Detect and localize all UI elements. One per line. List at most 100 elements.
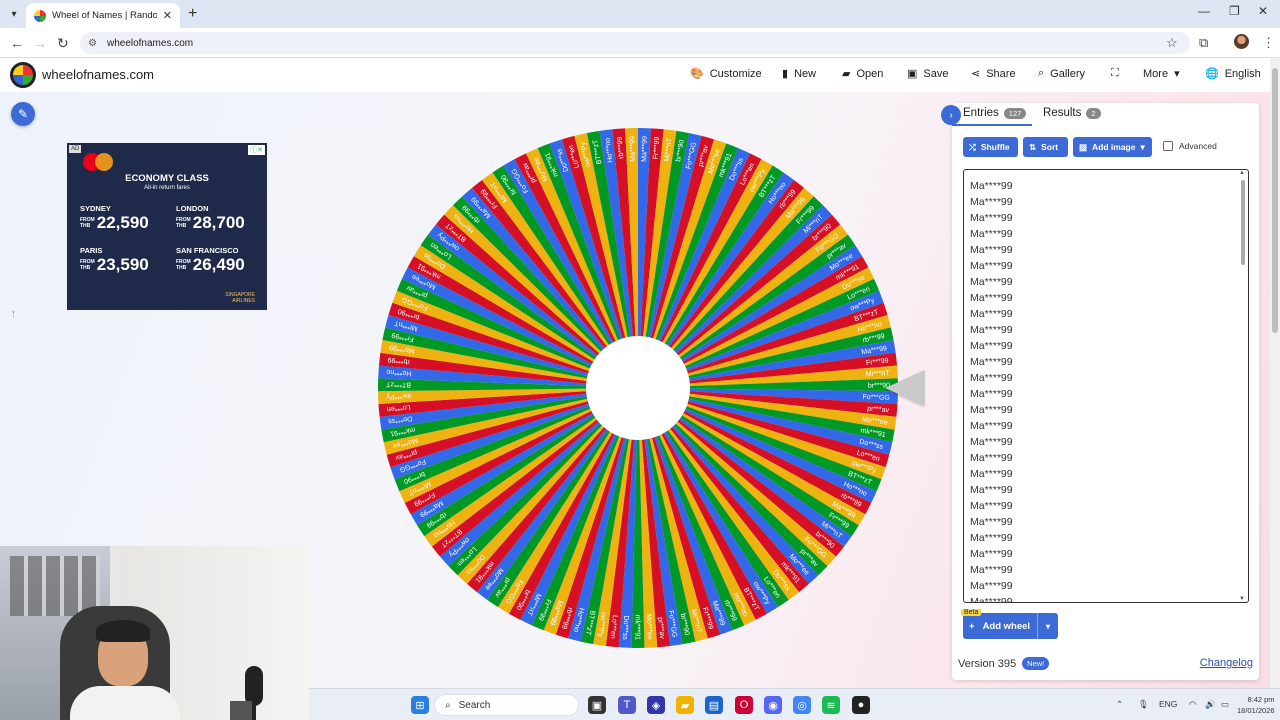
fullscreen-button[interactable]: ⛶ bbox=[1111, 67, 1119, 80]
bookmark-star-icon[interactable]: ☆ bbox=[1166, 35, 1178, 51]
scroll-up-icon[interactable]: ▲ bbox=[1239, 170, 1245, 176]
minimize-icon[interactable]: — bbox=[1198, 4, 1210, 18]
edit-pencil-icon[interactable]: ✎ bbox=[11, 102, 35, 126]
store-icon[interactable]: ▤ bbox=[705, 696, 723, 714]
entries-scrollbar-thumb[interactable] bbox=[1241, 180, 1245, 265]
language-button[interactable]: 🌐 English bbox=[1205, 67, 1261, 81]
close-window-icon[interactable]: ✕ bbox=[1258, 4, 1268, 18]
taskbar-search[interactable]: ⌕ Search bbox=[434, 694, 579, 716]
chrome-icon[interactable]: ◎ bbox=[793, 696, 811, 714]
page-scrollbar-thumb[interactable] bbox=[1272, 68, 1278, 333]
more-button[interactable]: More ▾ bbox=[1143, 67, 1180, 81]
checkbox-icon[interactable] bbox=[1163, 141, 1173, 151]
spin-wheel[interactable]: Ma***99 Fr***99 Mi***nT br***90 Fo***GG pr***… bbox=[376, 126, 900, 650]
beta-badge: Beta bbox=[961, 609, 982, 616]
wheel-graphic[interactable]: Ma***99 Fr***99 Mi***nT br***90 Fo***GG pr***… bbox=[376, 126, 900, 650]
collapse-panel-icon[interactable]: › bbox=[941, 105, 961, 125]
share-button[interactable]: ⋖ Share bbox=[971, 67, 1016, 81]
task-view-icon[interactable]: ▣ bbox=[588, 696, 606, 714]
add-wheel-button[interactable]: + Add wheel ▾ bbox=[963, 613, 1058, 639]
fare-currency: THB bbox=[176, 265, 187, 271]
opera-icon[interactable]: O bbox=[735, 696, 753, 714]
ad-headline: ECONOMY CLASS bbox=[125, 173, 209, 184]
fare-currency: THB bbox=[80, 223, 91, 229]
add-image-label: Add image bbox=[1092, 142, 1136, 152]
customize-button[interactable]: 🎨 Customize bbox=[690, 67, 762, 81]
tray-expand-icon[interactable]: ⌃ bbox=[1116, 699, 1123, 710]
page-scrollbar[interactable] bbox=[1270, 58, 1280, 688]
fare-price: 23,590 bbox=[96, 255, 149, 274]
url-input[interactable]: ⚙ wheelofnames.com bbox=[80, 32, 1190, 54]
browser-tab[interactable]: Wheel of Names | Random nam ✕ bbox=[26, 3, 180, 28]
entry-item: Ma****99 bbox=[970, 452, 1013, 464]
site-name[interactable]: wheelofnames.com bbox=[42, 67, 154, 82]
fare-price: 22,590 bbox=[96, 213, 149, 232]
discord-icon[interactable]: ◉ bbox=[764, 696, 782, 714]
new-button[interactable]: ▮ New bbox=[782, 67, 817, 81]
add-image-button[interactable]: ▨ Add image ▾ bbox=[1073, 137, 1152, 157]
site-info-icon[interactable]: ⚙ bbox=[88, 38, 97, 49]
restore-icon[interactable]: ❐ bbox=[1229, 4, 1240, 18]
microphone-icon bbox=[245, 666, 263, 720]
address-bar-row: ← → ↻ ⚙ wheelofnames.com ☆ ⧉ ⋮ bbox=[0, 28, 1280, 58]
globe-icon: 🌐 bbox=[1205, 68, 1219, 80]
browser-menu-icon[interactable]: ⋮ bbox=[1262, 35, 1275, 51]
start-icon[interactable]: ⊞ bbox=[411, 696, 429, 714]
wheel-segment-label: Mo***ee bbox=[645, 614, 653, 640]
copilot-icon[interactable]: ◈ bbox=[647, 696, 665, 714]
windows-taskbar: ⊞ ⌕ Search ▣ T ◈ ▰ ▤ O ◉ ◎ ≋ ● ⌃ 🎙 ENG ◠… bbox=[309, 688, 1280, 720]
tab-search-icon[interactable]: ▾ bbox=[6, 6, 22, 22]
tab-entries[interactable]: Entries 127 bbox=[963, 107, 1027, 119]
plus-icon: + bbox=[969, 620, 975, 632]
obs-icon[interactable]: ● bbox=[852, 696, 870, 714]
system-clock[interactable]: 8:42 pm 18/01/2026 bbox=[1237, 694, 1275, 716]
ad-choices-icon[interactable]: ⓘ✕ bbox=[248, 145, 265, 155]
share-icon: ⋖ bbox=[971, 68, 981, 80]
fare-city: PARIS bbox=[80, 246, 103, 255]
profile-avatar[interactable] bbox=[1234, 34, 1249, 49]
logo-icon[interactable] bbox=[10, 62, 36, 88]
teams-icon[interactable]: T bbox=[618, 696, 636, 714]
shuffle-button[interactable]: ⤮ Shuffle bbox=[963, 137, 1018, 157]
extensions-icon[interactable]: ⧉ bbox=[1199, 35, 1208, 51]
url-text: wheelofnames.com bbox=[106, 37, 194, 49]
entries-scrollbar[interactable]: ▲ ▼ bbox=[1239, 170, 1247, 602]
cup-icon bbox=[230, 701, 252, 720]
customize-label: Customize bbox=[709, 67, 762, 80]
shuffle-icon: ⤮ bbox=[969, 141, 976, 152]
tab-results[interactable]: Results 2 bbox=[1043, 107, 1101, 119]
language-indicator[interactable]: ENG bbox=[1159, 699, 1177, 709]
fare-city: LONDON bbox=[176, 204, 209, 213]
reload-icon[interactable]: ↻ bbox=[57, 35, 69, 52]
back-icon[interactable]: ← bbox=[10, 35, 24, 51]
wheel-center-hub[interactable] bbox=[586, 336, 690, 440]
microphone-tray-icon[interactable]: 🎙 bbox=[1138, 699, 1149, 710]
scroll-down-icon[interactable]: ▼ bbox=[1239, 596, 1245, 602]
new-label: New bbox=[794, 67, 817, 80]
version-info: Version 395 New! bbox=[958, 657, 1050, 670]
changelog-link[interactable]: Changelog bbox=[1200, 657, 1253, 669]
wheel-segment-label: BT***zT bbox=[385, 380, 411, 387]
wifi-icon[interactable]: ◠ bbox=[1189, 699, 1196, 710]
entries-textarea[interactable]: Ma****99 Ma****99 Ma****99 Ma****99 Ma****99… bbox=[963, 169, 1249, 603]
volume-icon[interactable]: 🔊 bbox=[1205, 699, 1216, 710]
save-button[interactable]: ▣ Save bbox=[907, 67, 948, 81]
close-tab-icon[interactable]: ✕ bbox=[163, 9, 172, 22]
forward-icon[interactable]: → bbox=[33, 35, 47, 51]
taskbar-search-label: Search bbox=[458, 699, 491, 711]
gallery-button[interactable]: ⌕ Gallery bbox=[1038, 67, 1085, 80]
sort-button[interactable]: ⇅ Sort bbox=[1023, 137, 1068, 157]
more-label: More bbox=[1143, 67, 1169, 80]
open-button[interactable]: ▰ Open bbox=[842, 67, 883, 81]
file-explorer-icon[interactable]: ▰ bbox=[676, 696, 694, 714]
new-tab-icon[interactable]: + bbox=[188, 5, 197, 23]
chevron-down-icon[interactable]: ▾ bbox=[1038, 622, 1058, 631]
advertisement[interactable]: AD ⓘ✕ ECONOMY CLASS All-in return fares … bbox=[67, 143, 267, 310]
advanced-checkbox[interactable]: Advanced bbox=[1163, 141, 1217, 151]
tab-entries-label: Entries bbox=[963, 107, 999, 119]
spotify-icon[interactable]: ≋ bbox=[822, 696, 840, 714]
webcam-person-hair bbox=[96, 620, 150, 642]
battery-icon[interactable]: ▭ bbox=[1221, 699, 1229, 710]
search-icon: ⌕ bbox=[445, 699, 451, 711]
entry-item: Ma****99 bbox=[970, 484, 1013, 496]
